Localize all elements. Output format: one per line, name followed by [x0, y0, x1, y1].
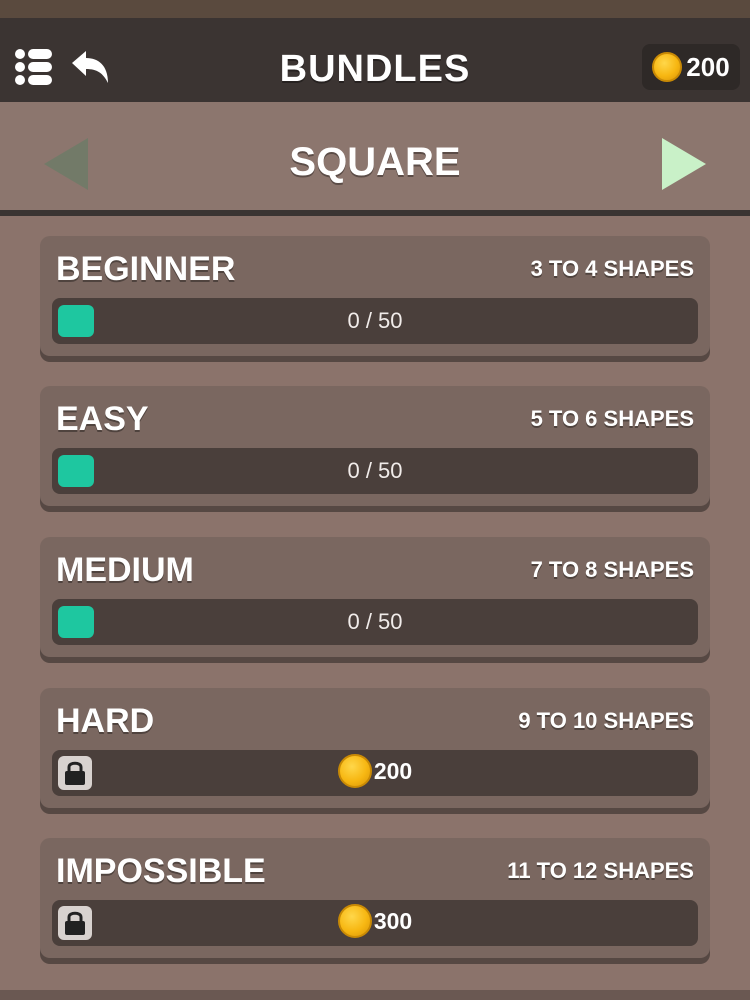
bundle-shape-count: 7 TO 8 SHAPES: [530, 557, 694, 582]
bottom-strip: [0, 990, 750, 1000]
header-bar: BUNDLES 200: [0, 18, 750, 102]
bundle-card-impossible[interactable]: IMPOSSIBLE 11 TO 12 SHAPES 300: [40, 838, 710, 958]
unlock-price: 200: [52, 754, 698, 788]
bundle-shape-count: 3 TO 4 SHAPES: [530, 256, 694, 281]
bundle-shape-count: 9 TO 10 SHAPES: [518, 708, 694, 733]
price-value: 200: [373, 757, 413, 784]
menu-icon[interactable]: [14, 47, 54, 87]
bundle-name: EASY: [56, 400, 149, 438]
progress-bar: 0 / 50: [52, 448, 698, 494]
coin-icon: [337, 904, 372, 938]
bundle-name: HARD: [56, 702, 155, 740]
progress-text: 0 / 50: [347, 458, 403, 483]
progress-bar: 0 / 50: [52, 599, 698, 645]
bundle-name: IMPOSSIBLE: [56, 852, 266, 890]
bundle-card-beginner[interactable]: BEGINNER 3 TO 4 SHAPES 0 / 50: [40, 236, 710, 356]
triangle-left-icon[interactable]: [44, 138, 88, 190]
bundle-name: BEGINNER: [56, 250, 236, 288]
price-value: 300: [373, 907, 413, 934]
triangle-right-icon[interactable]: [662, 138, 706, 190]
unlock-price: 300: [52, 904, 698, 938]
coin-balance: 200: [642, 44, 740, 90]
page-title: BUNDLES: [279, 48, 471, 90]
coin-icon: [337, 754, 372, 788]
bundle-shape-count: 5 TO 6 SHAPES: [530, 406, 694, 431]
bundle-card-medium[interactable]: MEDIUM 7 TO 8 SHAPES 0 / 50: [40, 537, 710, 657]
unlock-bar[interactable]: 200: [52, 750, 698, 796]
progress-bar: 0 / 50: [52, 298, 698, 344]
bundle-shape-count: 11 TO 12 SHAPES: [507, 858, 694, 883]
coin-icon: [652, 52, 683, 82]
progress-text: 0 / 50: [347, 609, 403, 634]
progress-text: 0 / 50: [347, 308, 403, 333]
bundle-card-hard[interactable]: HARD 9 TO 10 SHAPES 200: [40, 688, 710, 808]
pack-title: SQUARE: [289, 140, 461, 184]
bundle-name: MEDIUM: [56, 551, 194, 589]
coin-balance-value: 200: [686, 51, 730, 82]
back-arrow-icon[interactable]: [70, 49, 110, 85]
pack-selector: SQUARE: [0, 102, 750, 210]
unlock-bar[interactable]: 300: [52, 900, 698, 946]
bundle-card-easy[interactable]: EASY 5 TO 6 SHAPES 0 / 50: [40, 386, 710, 506]
top-strip: [0, 0, 750, 18]
